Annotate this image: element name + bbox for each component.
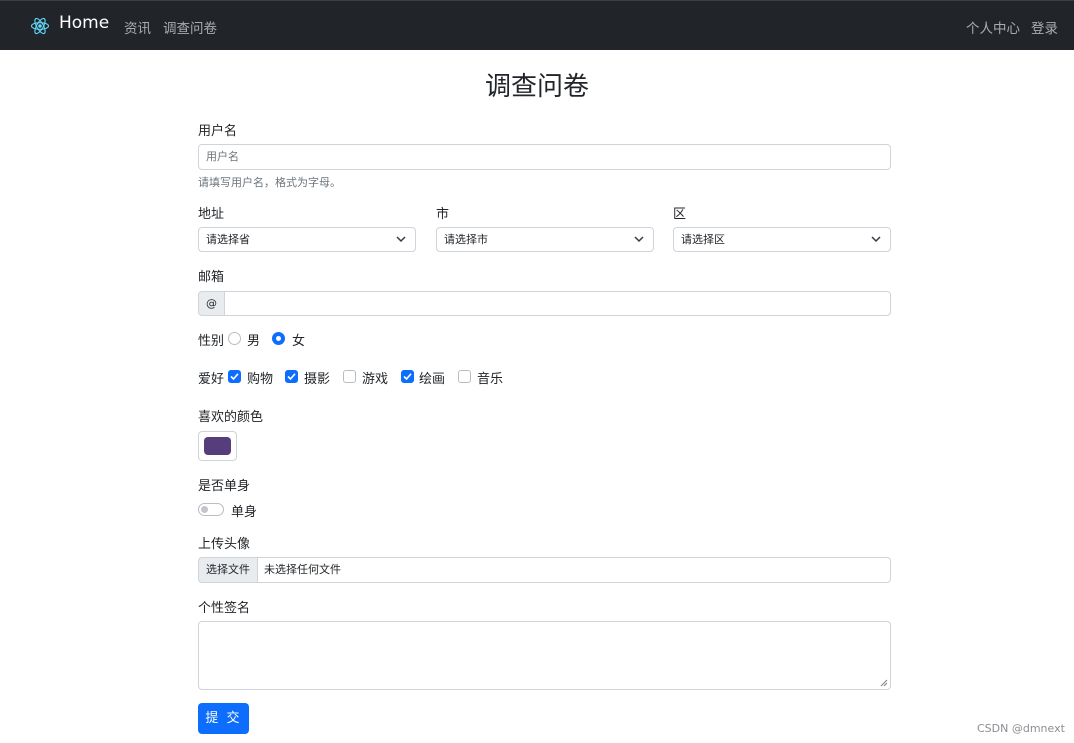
checkmark-icon bbox=[230, 373, 239, 381]
district-label: 区 bbox=[673, 207, 687, 222]
hobby-painting-checkbox[interactable] bbox=[401, 370, 414, 383]
chevron-down-icon bbox=[396, 236, 406, 243]
react-atom-icon[interactable] bbox=[30, 16, 50, 36]
gender-female-label: 女 bbox=[292, 334, 306, 349]
navbar: Home 资讯 调查问卷 个人中心 登录 bbox=[0, 0, 1074, 50]
gender-female-radio[interactable] bbox=[272, 332, 285, 345]
checkmark-icon bbox=[287, 373, 296, 381]
single-label: 是否单身 bbox=[198, 479, 251, 494]
username-help-text: 请填写用户名，格式为字母。 bbox=[198, 176, 341, 189]
city-select-value: 请选择市 bbox=[444, 233, 488, 246]
hobby-games-checkbox[interactable] bbox=[343, 370, 356, 383]
district-select[interactable]: 请选择区 bbox=[673, 227, 891, 252]
username-label: 用户名 bbox=[198, 124, 238, 139]
nav-link-profile[interactable]: 个人中心 bbox=[966, 17, 1020, 37]
hobby-photography-label: 摄影 bbox=[304, 372, 331, 387]
signature-textarea[interactable] bbox=[198, 621, 891, 690]
city-select[interactable]: 请选择市 bbox=[436, 227, 654, 252]
resize-grip-icon[interactable] bbox=[880, 679, 888, 687]
hobby-music-label: 音乐 bbox=[477, 372, 504, 387]
chevron-down-icon bbox=[871, 236, 881, 243]
username-input[interactable]: 用户名 bbox=[198, 144, 891, 170]
color-picker[interactable] bbox=[198, 431, 237, 461]
hobby-shopping-checkbox[interactable] bbox=[228, 370, 241, 383]
chevron-down-icon bbox=[634, 236, 644, 243]
hobby-photography-checkbox[interactable] bbox=[285, 370, 298, 383]
hobby-games-label: 游戏 bbox=[362, 372, 389, 387]
checkmark-icon bbox=[403, 373, 412, 381]
hobby-painting-label: 绘画 bbox=[419, 372, 446, 387]
gender-male-label: 男 bbox=[247, 334, 261, 349]
email-input[interactable] bbox=[225, 291, 891, 316]
nav-link-login[interactable]: 登录 bbox=[1031, 17, 1058, 37]
nav-link-news[interactable]: 资讯 bbox=[124, 17, 151, 37]
color-swatch bbox=[204, 437, 231, 455]
gender-label: 性别 bbox=[198, 334, 225, 349]
province-label: 地址 bbox=[198, 207, 225, 222]
province-select-value: 请选择省 bbox=[206, 233, 250, 246]
single-switch[interactable] bbox=[198, 503, 224, 516]
watermark: CSDN @dmnext bbox=[977, 722, 1065, 735]
gender-male-radio[interactable] bbox=[228, 332, 241, 345]
color-label: 喜欢的颜色 bbox=[198, 410, 264, 425]
district-select-value: 请选择区 bbox=[681, 233, 725, 246]
avatar-label: 上传头像 bbox=[198, 537, 251, 552]
page-title: 调查问卷 bbox=[484, 72, 589, 102]
signature-label: 个性签名 bbox=[198, 601, 251, 616]
file-name-display[interactable]: 未选择任何文件 bbox=[258, 557, 891, 583]
email-label: 邮箱 bbox=[198, 270, 225, 285]
hobbies-label: 爱好 bbox=[198, 372, 225, 387]
province-select[interactable]: 请选择省 bbox=[198, 227, 416, 252]
hobby-music-checkbox[interactable] bbox=[458, 370, 471, 383]
brand-link[interactable]: Home bbox=[59, 13, 109, 33]
switch-knob bbox=[201, 506, 208, 513]
nav-link-survey[interactable]: 调查问卷 bbox=[163, 17, 217, 37]
submit-button[interactable]: 提 交 bbox=[198, 703, 249, 734]
hobby-shopping-label: 购物 bbox=[247, 372, 274, 387]
city-label: 市 bbox=[436, 207, 450, 222]
single-switch-label: 单身 bbox=[231, 505, 258, 520]
email-at-addon: @ bbox=[198, 291, 225, 316]
choose-file-button[interactable]: 选择文件 bbox=[198, 557, 258, 583]
